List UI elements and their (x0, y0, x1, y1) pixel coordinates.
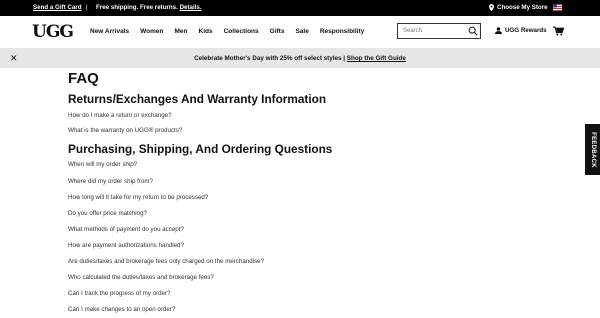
nav-item-men[interactable]: Men (175, 28, 188, 35)
ugg-rewards-label: UGG Rewards (505, 27, 547, 34)
promo-banner: ✕ Celebrate Mother's Day with 25% off se… (0, 48, 600, 68)
choose-store-label: Choose My Store (497, 4, 548, 11)
cart-icon[interactable] (553, 26, 564, 36)
faq-question[interactable]: Can I make changes to an open order? (68, 306, 175, 313)
promo-message: Celebrate Mother's Day with 25% off sele… (0, 55, 600, 62)
faq-question[interactable]: Are duties/taxes and brokerage fees only… (68, 258, 264, 265)
faq-question[interactable]: What methods of payment do you accept? (68, 226, 184, 233)
shipping-details-link[interactable]: Details. (180, 4, 202, 11)
nav-item-women[interactable]: Women (140, 28, 163, 35)
user-icon (495, 27, 502, 34)
faq-question[interactable]: Where did my order ship from? (68, 178, 153, 185)
promo-text: Celebrate Mother's Day with 25% off sele… (194, 55, 347, 62)
choose-store-link[interactable]: Choose My Store (489, 4, 548, 11)
us-flag-icon[interactable] (553, 4, 562, 11)
nav-item-gifts[interactable]: Gifts (270, 28, 285, 35)
send-gift-card-link[interactable]: Send a Gift Card (33, 4, 81, 11)
location-pin-icon (489, 4, 494, 11)
feedback-label: FEEDBACK (589, 131, 596, 168)
faq-question[interactable]: Who calculated the duties/taxes and brok… (68, 274, 214, 281)
section-title-purchasing: Purchasing, Shipping, And Ordering Quest… (68, 142, 333, 156)
section-title-returns: Returns/Exchanges And Warranty Informati… (68, 92, 327, 106)
faq-question[interactable]: Can I track the progress of my order? (68, 290, 170, 297)
nav-item-responsibility[interactable]: Responsibility (320, 28, 364, 35)
faq-question[interactable]: When will my order ship? (68, 161, 137, 168)
nav-item-kids[interactable]: Kids (199, 28, 213, 35)
utility-bar: Send a Gift Card | Free shipping. Free r… (0, 0, 600, 16)
page-title: FAQ (68, 70, 99, 87)
search-input[interactable]: Search (403, 28, 422, 34)
faq-question[interactable]: Do you offer price matching? (68, 210, 147, 217)
faq-question[interactable]: How are payment authorizations handled? (68, 242, 184, 249)
faq-question[interactable]: How long will it take for my return to b… (68, 194, 208, 201)
nav-item-new-arrivals[interactable]: New Arrivals (90, 28, 129, 35)
search-icon[interactable] (468, 26, 478, 36)
shipping-message: Free shipping. Free returns. Details. (96, 4, 202, 11)
ugg-logo[interactable]: UGG (32, 22, 74, 42)
nav-item-sale[interactable]: Sale (295, 28, 308, 35)
gift-guide-link[interactable]: Shop the Gift Guide (347, 55, 406, 62)
nav-menu: New Arrivals Women Men Kids Collections … (90, 28, 375, 35)
faq-question[interactable]: How do I make a return or exchange? (68, 112, 172, 119)
utility-separator: | (86, 4, 88, 11)
nav-item-collections[interactable]: Collections (224, 28, 259, 35)
ugg-rewards-link[interactable]: UGG Rewards (495, 27, 547, 34)
faq-question[interactable]: What is the warranty on UGG® products? (68, 127, 182, 134)
feedback-tab[interactable]: FEEDBACK (585, 124, 600, 175)
shipping-text: Free shipping. Free returns. (96, 4, 178, 11)
main-nav: UGG New Arrivals Women Men Kids Collecti… (0, 16, 600, 48)
search-box[interactable]: Search (397, 23, 481, 39)
